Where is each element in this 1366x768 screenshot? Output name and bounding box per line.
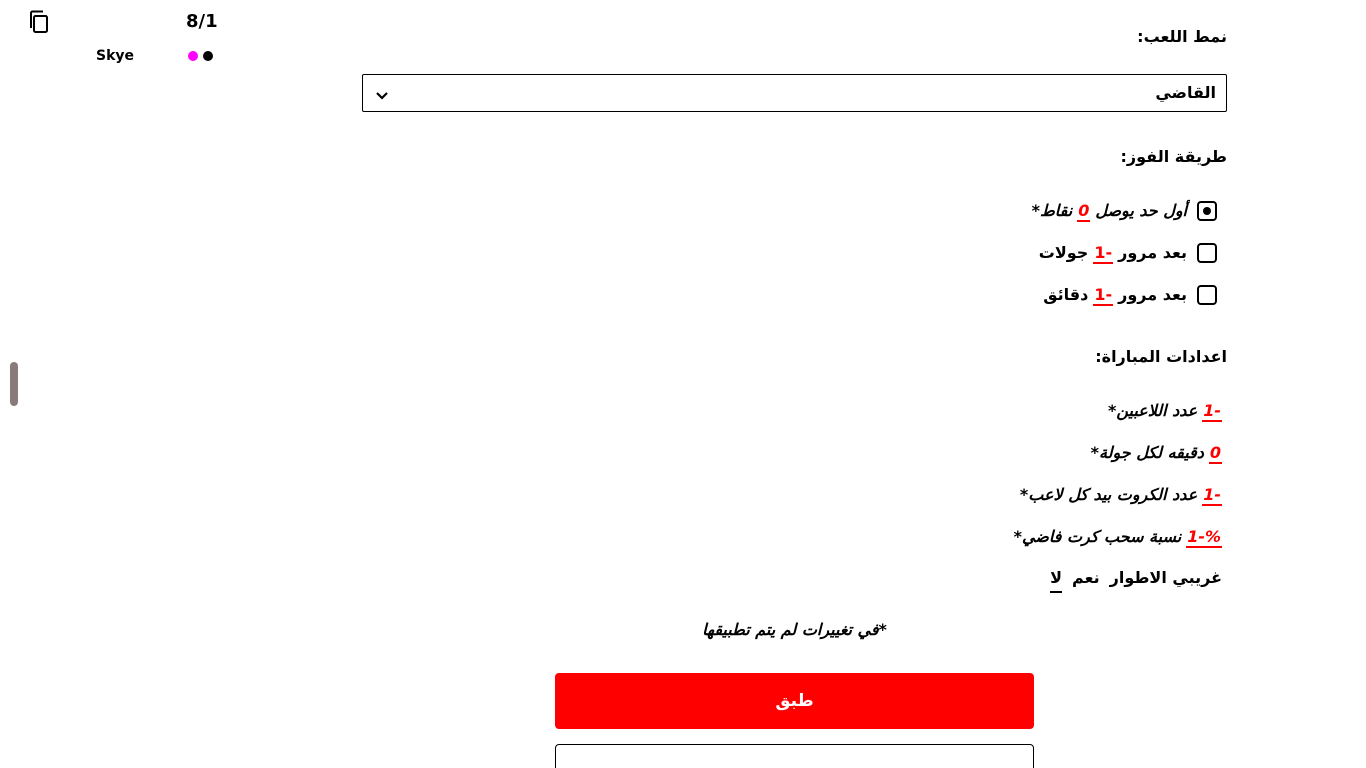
copy-icon[interactable] — [28, 10, 50, 34]
setting-label: نسبة سحب كرت فاضي* — [1013, 527, 1182, 546]
player-count: 8/1 — [186, 11, 218, 32]
win-option-prefix: أول حد يوصل — [1095, 200, 1187, 220]
player-color-dot — [188, 51, 198, 61]
win-option-suffix: دقائق — [1043, 284, 1089, 304]
win-option-suffix: جولات — [1038, 242, 1089, 262]
minutes-input[interactable]: -1 — [1093, 285, 1114, 306]
cards-per-hand-input[interactable]: -1 — [1202, 486, 1222, 506]
player-name: Skye — [96, 48, 135, 64]
chevron-down-icon — [375, 86, 389, 105]
cards-per-hand-setting: -1 عدد الكروت بيد كل لاعب* — [1020, 485, 1222, 506]
blank-card-rate-setting: %-1 نسبة سحب كرت فاضي* — [1014, 527, 1222, 548]
win-option-prefix: بعد مرور — [1118, 242, 1187, 262]
win-option-points[interactable]: أول حد يوصل 0 نقاط* — [1032, 199, 1217, 223]
round-minutes-setting: 0 دقيقه لكل جولة* — [1091, 443, 1222, 464]
strangers-label: غريبي الاطوار — [1109, 568, 1222, 587]
game-mode-label: نمط اللعب: — [1137, 27, 1227, 46]
players-count-setting: -1 عدد اللاعبين* — [1108, 401, 1222, 422]
setting-label: عدد اللاعبين* — [1107, 401, 1198, 420]
rounds-input[interactable]: -1 — [1093, 243, 1114, 264]
win-option-suffix: نقاط* — [1031, 200, 1073, 220]
win-option-rounds[interactable]: بعد مرور -1 جولات — [1039, 241, 1217, 265]
round-minutes-input[interactable]: 0 — [1208, 444, 1222, 464]
win-option-checkbox[interactable] — [1197, 201, 1217, 221]
secondary-button[interactable] — [555, 744, 1034, 768]
strangers-no-option[interactable]: لا — [1050, 568, 1063, 593]
player-color-dot — [203, 51, 213, 61]
win-option-prefix: بعد مرور — [1118, 284, 1187, 304]
setting-label: دقيقه لكل جولة* — [1090, 443, 1204, 462]
players-count-input[interactable]: -1 — [1202, 402, 1222, 422]
strangers-toggle: غريبي الاطوار نعم لا — [1050, 568, 1222, 593]
win-option-checkbox[interactable] — [1197, 243, 1217, 263]
unapplied-changes-note: *في تغييرات لم يتم تطبيقها — [702, 620, 887, 639]
settings-page: 8/1 Skye نمط اللعب: القاضي طريقة الفوز: … — [0, 0, 1366, 768]
points-input[interactable]: 0 — [1077, 201, 1091, 222]
win-option-checkbox[interactable] — [1197, 285, 1217, 305]
strangers-yes-option[interactable]: نعم — [1072, 568, 1100, 591]
blank-card-rate-input[interactable]: %-1 — [1186, 528, 1222, 548]
game-mode-select[interactable]: القاضي — [362, 74, 1227, 112]
scrollbar-thumb[interactable] — [10, 362, 18, 406]
apply-button[interactable]: طبق — [555, 673, 1034, 729]
game-mode-value: القاضي — [1155, 83, 1216, 102]
win-option-minutes[interactable]: بعد مرور -1 دقائق — [1043, 283, 1217, 307]
win-method-label: طريقة الفوز: — [1120, 147, 1227, 166]
match-settings-label: اعدادات المباراة: — [1095, 347, 1227, 366]
setting-label: عدد الكروت بيد كل لاعب* — [1019, 485, 1198, 504]
